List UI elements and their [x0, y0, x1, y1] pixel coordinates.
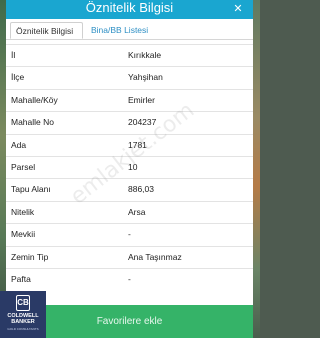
row-value: 886,03 [128, 184, 154, 195]
row-label: İlçe [11, 72, 25, 83]
tab-bar: Öznitelik Bilgisi Bina/BB Listesi [6, 19, 253, 40]
row-label: Nitelik [11, 206, 35, 217]
dialog-titlebar: Öznitelik Bilgisi ✕ [6, 0, 253, 19]
row-label: Zemin Tip [11, 251, 49, 262]
tab-attribute-info[interactable]: Öznitelik Bilgisi [10, 22, 83, 39]
close-icon[interactable]: ✕ [231, 2, 245, 16]
table-row: Nitelik Arsa [6, 200, 253, 223]
row-value: Ana Taşınmaz [128, 251, 182, 262]
row-value: Arsa [128, 206, 146, 217]
logo-subtitle: GOLD CONSULTANTS [7, 327, 39, 331]
logo-name-line2: BANKER [11, 319, 35, 325]
table-row: Mevkii - [6, 223, 253, 245]
table-row: Tapu Alanı 886,03 [6, 178, 253, 200]
row-label: Parsel [11, 161, 36, 172]
row-label: Ada [11, 139, 27, 150]
table-row: Pafta - [6, 267, 253, 290]
row-value: Kırıkkale [128, 50, 162, 60]
row-label: Mahalle No [11, 117, 54, 128]
row-label: İl [11, 50, 16, 60]
dialog-title: Öznitelik Bilgisi [85, 0, 174, 15]
coldwell-banker-logo: CB COLDWELL BANKER GOLD CONSULTANTS [0, 291, 46, 338]
table-row: İl Kırıkkale [6, 44, 253, 66]
table-row: İlçe Yahşihan [6, 66, 253, 88]
table-row: Mahalle/Köy Emirler [6, 88, 253, 111]
tab-building-list[interactable]: Bina/BB Listesi [86, 22, 153, 39]
row-label: Pafta [11, 273, 31, 284]
attribute-info-dialog: Öznitelik Bilgisi ✕ Öznitelik Bilgisi Bi… [6, 0, 253, 338]
row-label: Tapu Alanı [11, 184, 51, 195]
row-value: Yahşihan [128, 72, 163, 83]
row-value: - [128, 229, 131, 240]
row-value: Emirler [128, 94, 155, 105]
background-map-edge [253, 0, 260, 338]
row-label: Mahalle/Köy [11, 94, 58, 105]
table-row: Zemin Tip Ana Taşınmaz [6, 245, 253, 268]
table-row: Mahalle No 204237 [6, 111, 253, 133]
row-label: Mevkii [11, 229, 36, 240]
row-value: - [128, 273, 131, 284]
cb-logo-mark: CB [16, 295, 30, 311]
